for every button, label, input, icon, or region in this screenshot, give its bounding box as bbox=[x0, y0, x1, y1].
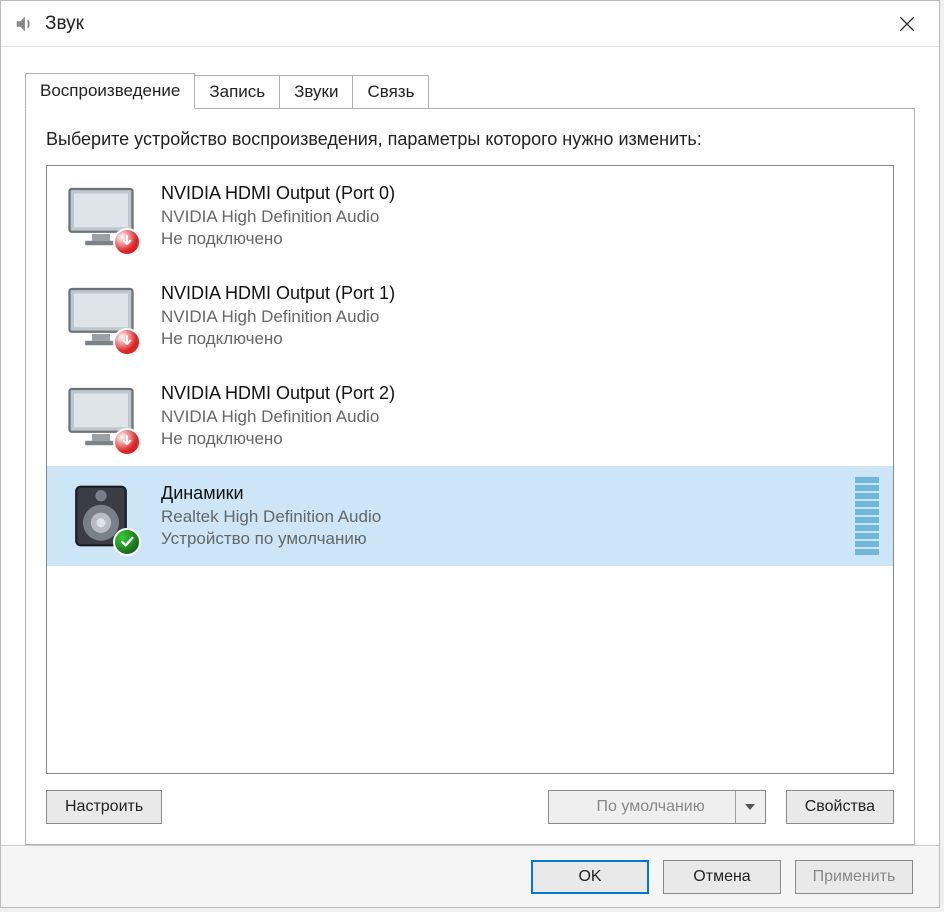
device-status: Не подключено bbox=[161, 328, 879, 351]
device-row[interactable]: NVIDIA HDMI Output (Port 1)NVIDIA High D… bbox=[47, 266, 893, 366]
device-text: ДинамикиRealtek High Definition AudioУст… bbox=[161, 481, 843, 551]
device-driver: NVIDIA High Definition Audio bbox=[161, 306, 879, 329]
set-default-label: По умолчанию bbox=[567, 791, 735, 823]
device-list[interactable]: NVIDIA HDMI Output (Port 0)NVIDIA High D… bbox=[46, 165, 894, 774]
device-name: NVIDIA HDMI Output (Port 1) bbox=[161, 281, 879, 305]
tab-sounds[interactable]: Звуки bbox=[279, 75, 353, 108]
titlebar: Звук bbox=[1, 1, 939, 47]
device-driver: NVIDIA High Definition Audio bbox=[161, 406, 879, 429]
dialog-button-row: OK Отмена Применить bbox=[1, 845, 939, 907]
properties-button[interactable]: Свойства bbox=[786, 790, 894, 824]
device-name: Динамики bbox=[161, 481, 843, 505]
cancel-button[interactable]: Отмена bbox=[663, 860, 781, 894]
panel-button-row: Настроить По умолчанию Свойства bbox=[46, 790, 894, 824]
tab-playback[interactable]: Воспроизведение bbox=[25, 73, 195, 109]
window-title: Звук bbox=[45, 13, 84, 35]
close-button[interactable] bbox=[887, 4, 927, 44]
speaker-icon bbox=[65, 480, 137, 552]
device-status: Не подключено bbox=[161, 228, 879, 251]
configure-button[interactable]: Настроить bbox=[46, 790, 162, 824]
device-row[interactable]: ДинамикиRealtek High Definition AudioУст… bbox=[47, 466, 893, 566]
tab-strip: Воспроизведение Запись Звуки Связь bbox=[25, 73, 915, 109]
device-name: NVIDIA HDMI Output (Port 2) bbox=[161, 381, 879, 405]
sound-icon bbox=[13, 13, 35, 35]
device-row[interactable]: NVIDIA HDMI Output (Port 2)NVIDIA High D… bbox=[47, 366, 893, 466]
monitor-icon bbox=[65, 280, 137, 352]
device-driver: Realtek High Definition Audio bbox=[161, 506, 843, 529]
monitor-icon bbox=[65, 180, 137, 252]
monitor-icon bbox=[65, 380, 137, 452]
dialog-content: Воспроизведение Запись Звуки Связь Выбер… bbox=[1, 47, 939, 845]
panel-instruction: Выберите устройство воспроизведения, пар… bbox=[46, 127, 894, 151]
device-status: Устройство по умолчанию bbox=[161, 528, 843, 551]
device-row[interactable]: NVIDIA HDMI Output (Port 0)NVIDIA High D… bbox=[47, 166, 893, 266]
device-text: NVIDIA HDMI Output (Port 0)NVIDIA High D… bbox=[161, 181, 879, 251]
tab-recording[interactable]: Запись bbox=[194, 75, 280, 108]
device-text: NVIDIA HDMI Output (Port 1)NVIDIA High D… bbox=[161, 281, 879, 351]
level-meter bbox=[855, 477, 879, 555]
sound-dialog: Звук Воспроизведение Запись Звуки Связь … bbox=[0, 0, 940, 908]
chevron-down-icon bbox=[735, 791, 765, 823]
tab-communications[interactable]: Связь bbox=[352, 75, 429, 108]
device-name: NVIDIA HDMI Output (Port 0) bbox=[161, 181, 879, 205]
set-default-dropdown[interactable]: По умолчанию bbox=[548, 790, 766, 824]
device-text: NVIDIA HDMI Output (Port 2)NVIDIA High D… bbox=[161, 381, 879, 451]
apply-button[interactable]: Применить bbox=[795, 860, 913, 894]
device-status: Не подключено bbox=[161, 428, 879, 451]
ok-button[interactable]: OK bbox=[531, 860, 649, 894]
playback-panel: Выберите устройство воспроизведения, пар… bbox=[25, 109, 915, 845]
device-driver: NVIDIA High Definition Audio bbox=[161, 206, 879, 229]
close-icon bbox=[897, 14, 917, 34]
